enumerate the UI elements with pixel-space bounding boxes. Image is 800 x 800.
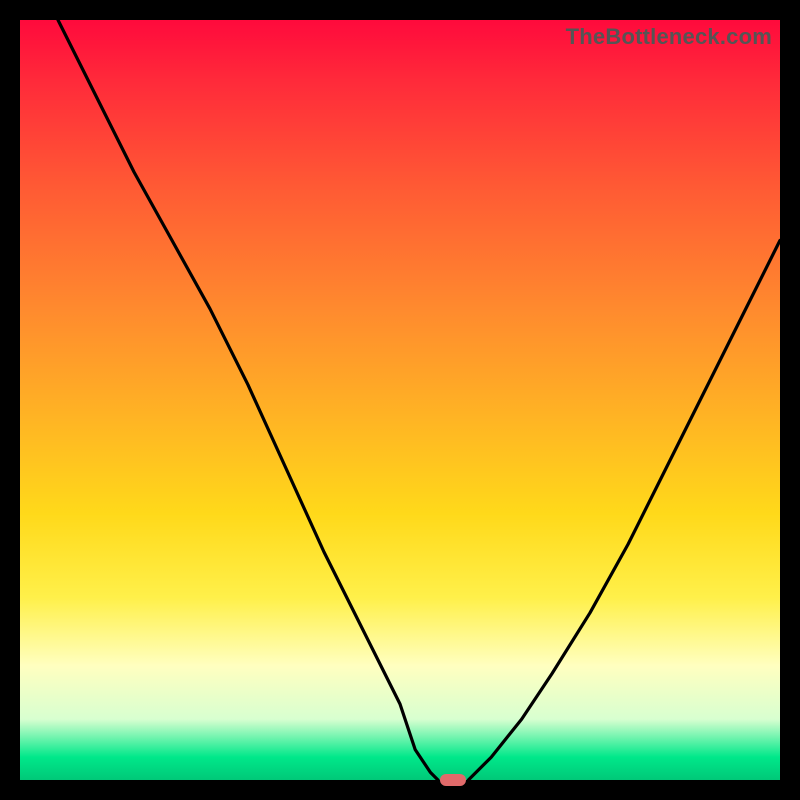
chart-frame: TheBottleneck.com [0,0,800,800]
curve-left-branch [58,20,438,780]
plot-area: TheBottleneck.com [20,20,780,780]
optimal-marker [440,774,467,787]
bottleneck-curve [20,20,780,780]
watermark-label: TheBottleneck.com [566,24,772,50]
curve-right-branch [468,240,780,780]
